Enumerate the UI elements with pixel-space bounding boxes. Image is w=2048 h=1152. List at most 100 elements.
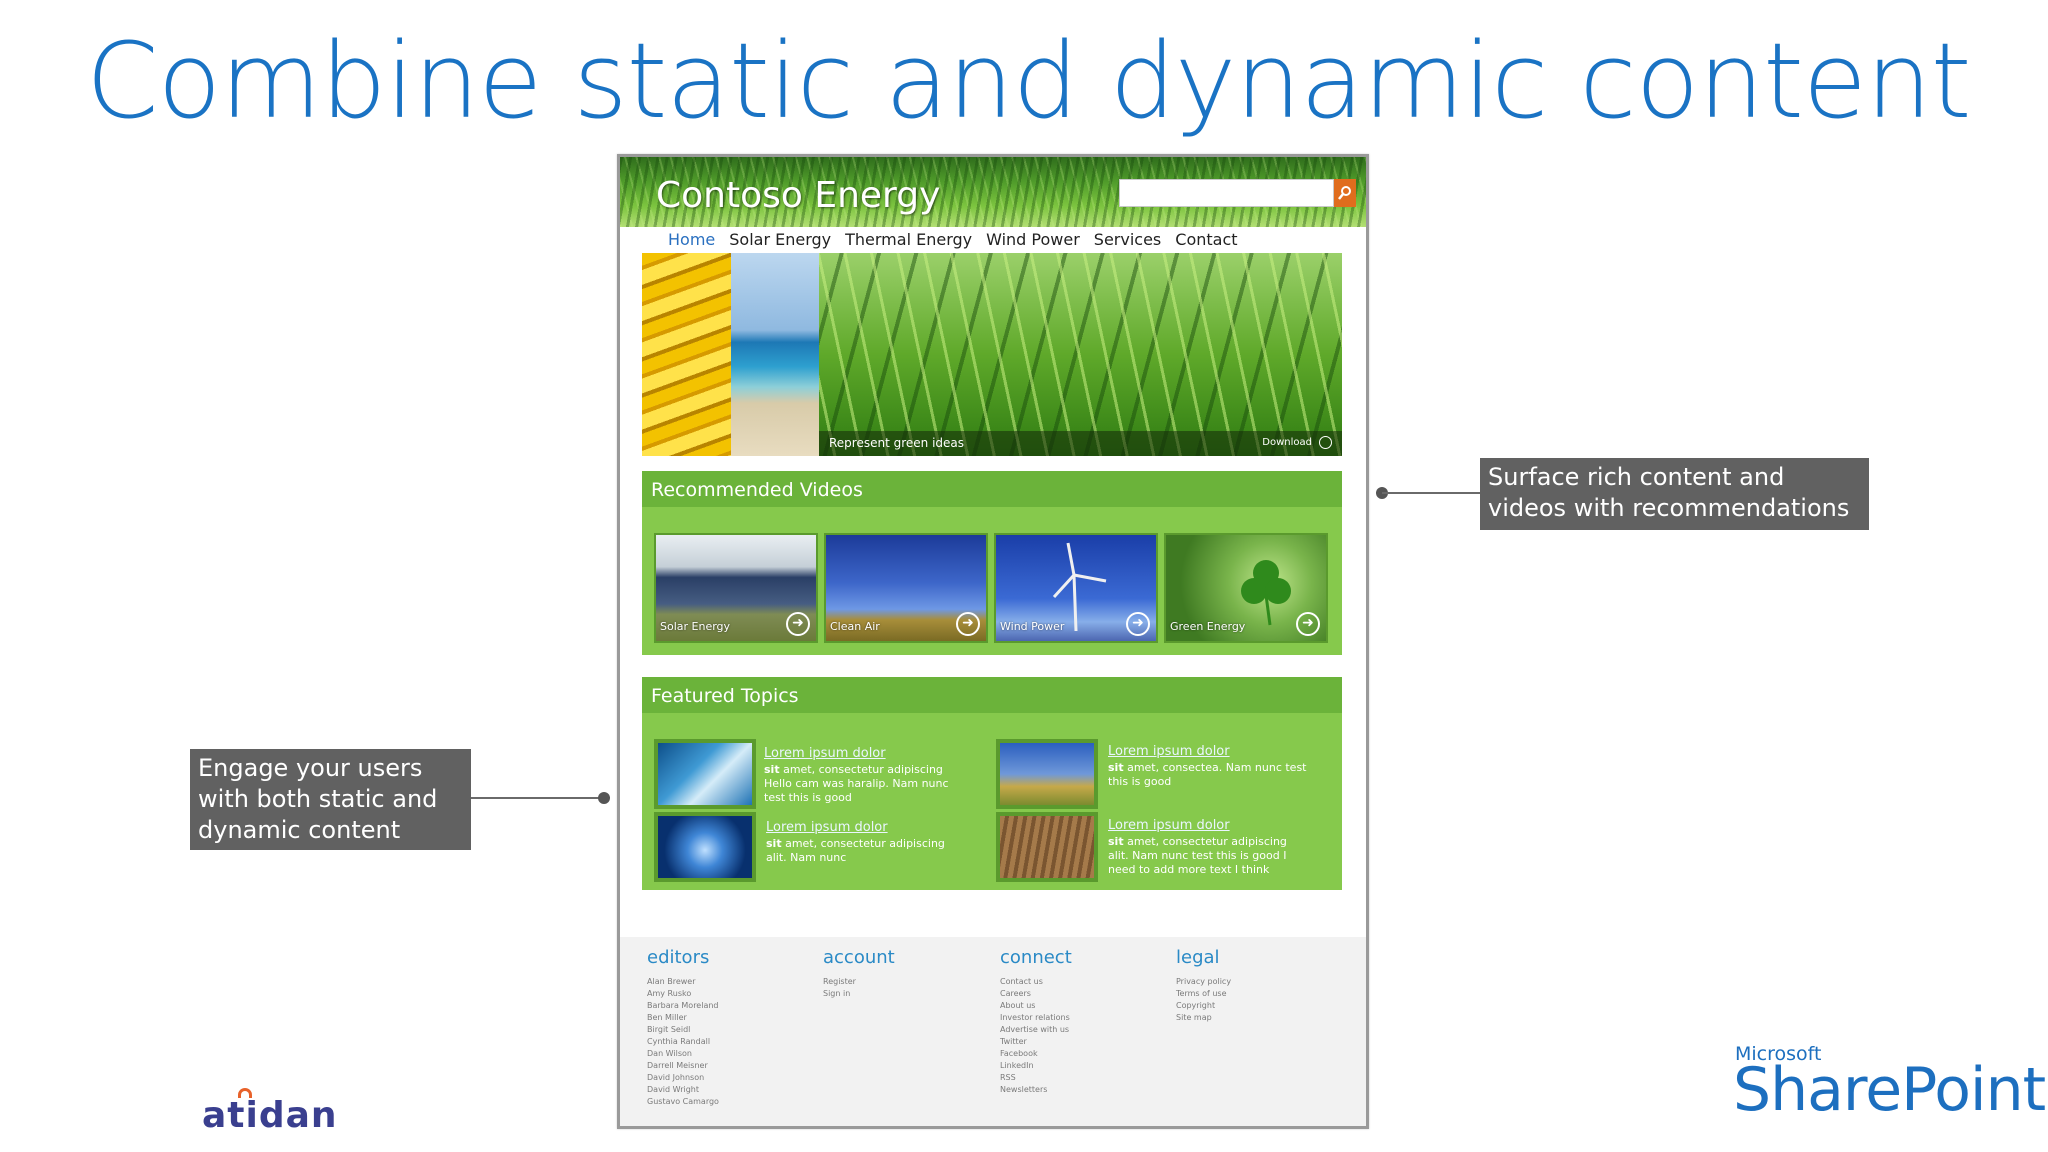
topic-link[interactable]: Lorem ipsum dolor bbox=[1108, 819, 1308, 833]
video-label: Green Energy bbox=[1170, 620, 1246, 633]
topic-link[interactable]: Lorem ipsum dolor bbox=[1108, 745, 1308, 759]
topic-bold: sit bbox=[1108, 835, 1124, 848]
site-header: Contoso Energy bbox=[620, 157, 1366, 227]
footer-link[interactable]: Dan Wilson bbox=[647, 1048, 807, 1060]
topic-bold: sit bbox=[1108, 761, 1124, 774]
video-thumb-green-energy[interactable]: Green Energy ➜ bbox=[1164, 533, 1328, 643]
topic-item: Lorem ipsum dolor sit amet, consectetur … bbox=[766, 821, 966, 865]
footer-col-legal: legal Privacy policy Terms of use Copyri… bbox=[1176, 947, 1336, 1024]
grass-texture bbox=[819, 253, 1342, 456]
footer-link[interactable]: Twitter bbox=[1000, 1036, 1160, 1048]
footer-heading: editors bbox=[647, 947, 710, 968]
topic-item: Lorem ipsum dolor sit amet, consectetur … bbox=[764, 747, 964, 805]
play-arrow-icon[interactable]: ➜ bbox=[1296, 612, 1320, 636]
search-icon bbox=[1338, 186, 1351, 200]
video-label: Solar Energy bbox=[660, 620, 731, 633]
footer-link[interactable]: Register bbox=[823, 976, 983, 988]
footer-heading: connect bbox=[1000, 947, 1072, 968]
callout-recommendations: Surface rich content and videos with rec… bbox=[1480, 458, 1869, 530]
footer-link[interactable]: Barbara Moreland bbox=[647, 1000, 807, 1012]
site-logo[interactable]: Contoso Energy bbox=[656, 175, 940, 216]
footer-link[interactable]: LinkedIn bbox=[1000, 1060, 1160, 1072]
footer-link[interactable]: Sign in bbox=[823, 988, 983, 1000]
footer-link[interactable]: About us bbox=[1000, 1000, 1160, 1012]
topic-thumb-ice-cave[interactable] bbox=[654, 812, 756, 882]
site-search-input[interactable] bbox=[1119, 179, 1334, 207]
recommended-videos-title: Recommended Videos bbox=[642, 471, 1342, 507]
footer-link[interactable]: Amy Rusko bbox=[647, 988, 807, 1000]
video-thumb-clean-air[interactable]: Clean Air ➜ bbox=[824, 533, 988, 643]
footer-link[interactable]: Terms of use bbox=[1176, 988, 1336, 1000]
footer-link[interactable]: David Johnson bbox=[647, 1072, 807, 1084]
footer-link[interactable]: Cynthia Randall bbox=[647, 1036, 807, 1048]
sharepoint-logo: SharePoint bbox=[1733, 1055, 2046, 1125]
topic-thumb-field[interactable] bbox=[996, 739, 1098, 809]
nav-services[interactable]: Services bbox=[1094, 230, 1161, 254]
video-thumb-solar-energy[interactable]: Solar Energy ➜ bbox=[654, 533, 818, 643]
footer-link[interactable]: Copyright bbox=[1176, 1000, 1336, 1012]
site-footer: editors Alan Brewer Amy Rusko Barbara Mo… bbox=[620, 937, 1366, 1126]
topic-bold: sit bbox=[766, 837, 782, 850]
topic-text: amet, consectetur adipiscing alit. Nam n… bbox=[1108, 835, 1287, 876]
play-arrow-icon[interactable]: ➜ bbox=[956, 612, 980, 636]
download-link[interactable]: Download bbox=[1262, 437, 1312, 448]
callout-right-line bbox=[1382, 492, 1480, 494]
footer-link[interactable]: Alan Brewer bbox=[647, 976, 807, 988]
footer-link[interactable]: Careers bbox=[1000, 988, 1160, 1000]
footer-link[interactable]: Privacy policy bbox=[1176, 976, 1336, 988]
recommended-videos-panel: Recommended Videos Solar Energy ➜ Clean … bbox=[642, 471, 1342, 655]
nav-solar-energy[interactable]: Solar Energy bbox=[729, 230, 831, 254]
footer-link[interactable]: Investor relations bbox=[1000, 1012, 1160, 1024]
topic-item: Lorem ipsum dolor sit amet, consectea. N… bbox=[1108, 745, 1308, 789]
play-arrow-icon[interactable]: ➜ bbox=[1126, 612, 1150, 636]
website-mockup: Contoso Energy Home Solar Energy Thermal… bbox=[617, 154, 1369, 1129]
callout-static-dynamic: Engage your users with both static and d… bbox=[190, 749, 471, 850]
atidan-logo: atidan bbox=[202, 1095, 338, 1136]
video-label: Wind Power bbox=[1000, 620, 1065, 633]
footer-link[interactable]: David Wright bbox=[647, 1084, 807, 1096]
topic-link[interactable]: Lorem ipsum dolor bbox=[764, 747, 964, 761]
topic-thumb-farmland[interactable] bbox=[996, 812, 1098, 882]
footer-link[interactable]: Advertise with us bbox=[1000, 1024, 1160, 1036]
footer-link[interactable]: Gustavo Camargo bbox=[647, 1096, 807, 1108]
hero-banner: Represent green ideas Download bbox=[642, 253, 1342, 456]
download-icon[interactable] bbox=[1319, 436, 1332, 449]
site-nav: Home Solar Energy Thermal Energy Wind Po… bbox=[668, 230, 1238, 254]
footer-link[interactable]: Facebook bbox=[1000, 1048, 1160, 1060]
hero-image-beach bbox=[731, 253, 819, 456]
callout-left-line bbox=[471, 797, 603, 799]
footer-heading: legal bbox=[1176, 947, 1220, 968]
footer-col-editors: editors Alan Brewer Amy Rusko Barbara Mo… bbox=[647, 947, 807, 1108]
hero-caption-bar: Represent green ideas Download bbox=[819, 431, 1342, 456]
featured-topics-title: Featured Topics bbox=[642, 677, 1342, 713]
play-arrow-icon[interactable]: ➜ bbox=[786, 612, 810, 636]
footer-link[interactable]: Darrell Meisner bbox=[647, 1060, 807, 1072]
search-button[interactable] bbox=[1334, 179, 1356, 207]
slide-title: Combine static and dynamic content bbox=[86, 20, 1972, 142]
footer-link[interactable]: RSS bbox=[1000, 1072, 1160, 1084]
footer-col-connect: connect Contact us Careers About us Inve… bbox=[1000, 947, 1160, 1096]
footer-col-account: account Register Sign in bbox=[823, 947, 983, 1000]
nav-contact[interactable]: Contact bbox=[1175, 230, 1237, 254]
topic-thumb-wave[interactable] bbox=[654, 739, 756, 809]
topic-text: amet, consectea. Nam nunc test this is g… bbox=[1108, 761, 1307, 788]
nav-thermal-energy[interactable]: Thermal Energy bbox=[845, 230, 972, 254]
topic-item: Lorem ipsum dolor sit amet, consectetur … bbox=[1108, 819, 1308, 877]
hero-image-solar-panels bbox=[642, 253, 731, 456]
footer-link[interactable]: Contact us bbox=[1000, 976, 1160, 988]
nav-home[interactable]: Home bbox=[668, 230, 715, 254]
footer-link[interactable]: Birgit Seidl bbox=[647, 1024, 807, 1036]
video-label: Clean Air bbox=[830, 620, 880, 633]
hero-caption: Represent green ideas bbox=[829, 436, 965, 450]
footer-heading: account bbox=[823, 947, 895, 968]
topic-bold: sit bbox=[764, 763, 780, 776]
topic-link[interactable]: Lorem ipsum dolor bbox=[766, 821, 966, 835]
footer-link[interactable]: Newsletters bbox=[1000, 1084, 1160, 1096]
footer-link[interactable]: Ben Miller bbox=[647, 1012, 807, 1024]
featured-topics-panel: Featured Topics Lorem ipsum dolor sit am… bbox=[642, 677, 1342, 890]
topic-text: amet, consectetur adipiscing alit. Nam n… bbox=[766, 837, 945, 864]
nav-wind-power[interactable]: Wind Power bbox=[986, 230, 1080, 254]
footer-link[interactable]: Site map bbox=[1176, 1012, 1336, 1024]
topic-text: amet, consectetur adipiscing Hello cam w… bbox=[764, 763, 949, 804]
video-thumb-wind-power[interactable]: Wind Power ➜ bbox=[994, 533, 1158, 643]
